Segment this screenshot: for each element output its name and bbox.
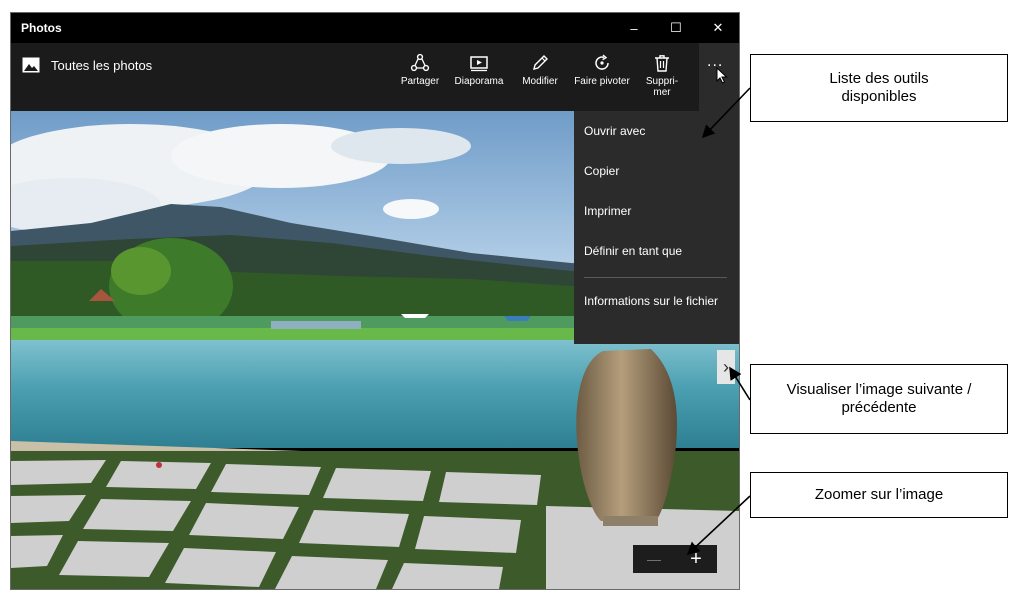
arrow-to-tools (701, 87, 751, 139)
callout-arrows (686, 87, 751, 556)
arrow-to-next (729, 366, 751, 401)
arrow-to-zoom (686, 495, 751, 556)
